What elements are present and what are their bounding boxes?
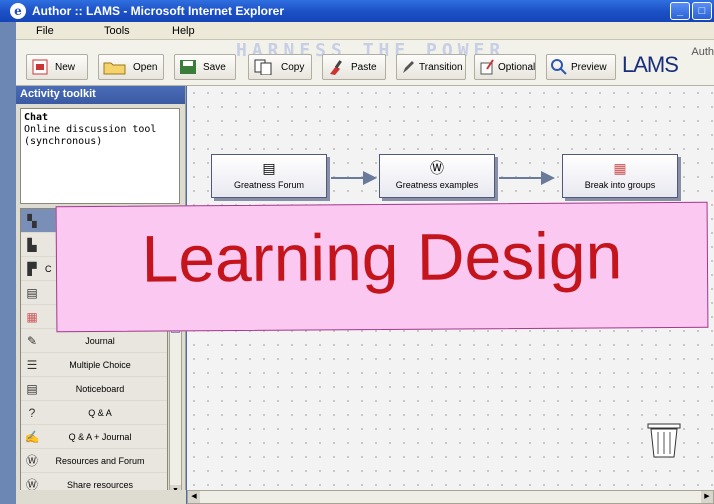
- activity-label: Break into groups: [584, 180, 656, 190]
- desktop-edge: [0, 22, 16, 504]
- pen-icon: [401, 59, 415, 75]
- question-icon: ?: [28, 405, 36, 420]
- save-label: Save: [203, 61, 226, 73]
- open-label: Open: [133, 61, 158, 73]
- forum-icon: ▤: [262, 159, 276, 176]
- new-icon: [31, 59, 49, 75]
- menu-help[interactable]: Help: [152, 25, 220, 37]
- learning-design-banner: Learning Design: [55, 201, 709, 333]
- save-icon: [179, 59, 197, 75]
- transition-arrow[interactable]: [499, 171, 555, 185]
- qa-journal-icon: ✍: [24, 429, 40, 444]
- menu-file[interactable]: File: [16, 25, 84, 37]
- menu-tools[interactable]: Tools: [84, 25, 152, 37]
- multiple-choice-icon: ☰: [26, 357, 38, 372]
- tool-item[interactable]: ✎ Journal: [21, 329, 167, 353]
- tool-item[interactable]: Ⓦ Resources and Forum: [21, 449, 167, 473]
- tool-item[interactable]: ☰ Multiple Choice: [21, 353, 167, 377]
- author-label: Auth: [691, 46, 714, 58]
- description-text: Online discussion tool (synchronous): [24, 124, 157, 147]
- toolkit-header: Activity toolkit: [16, 86, 185, 104]
- forum-icon: ▤: [26, 285, 38, 300]
- optional-label: Optional: [498, 61, 536, 73]
- window-title-bar[interactable]: e Author :: LAMS - Microsoft Internet Ex…: [0, 0, 714, 22]
- transition-label: Transition: [419, 61, 463, 73]
- journal-icon: ✎: [26, 333, 38, 348]
- toolbar: HARNESS THE POWER Auth New Open Save Cop…: [16, 40, 714, 86]
- paste-brush-icon: [327, 59, 345, 75]
- toolkit-footer: [16, 490, 186, 504]
- scroll-right-arrow-icon[interactable]: ▶: [701, 491, 713, 503]
- transition-arrow[interactable]: [331, 171, 377, 185]
- menu-bar: File Tools Help: [16, 22, 714, 40]
- tool-item[interactable]: ? Q & A: [21, 401, 167, 425]
- paste-label: Paste: [351, 61, 377, 73]
- noticeboard-icon: ▤: [26, 381, 38, 396]
- grouping-icon: ▦: [613, 159, 627, 176]
- magnifier-icon: [551, 59, 567, 75]
- tool-item[interactable]: ✍ Q & A + Journal: [21, 425, 167, 449]
- tool-icon: ▙: [27, 237, 37, 252]
- description-title: Chat: [24, 112, 49, 123]
- save-button[interactable]: Save: [174, 54, 236, 80]
- tool-item[interactable]: ▤ Noticeboard: [21, 377, 167, 401]
- canvas-horizontal-scrollbar[interactable]: ◀ ▶: [187, 490, 714, 504]
- tool-icon: ▛: [27, 261, 37, 276]
- trash-icon[interactable]: [645, 420, 683, 460]
- preview-label: Preview: [571, 61, 607, 73]
- window-title: Author :: LAMS - Microsoft Internet Expl…: [32, 4, 284, 18]
- ie-icon: e: [10, 3, 26, 19]
- copy-icon: [253, 59, 275, 76]
- new-button[interactable]: New: [26, 54, 88, 80]
- resources-icon: Ⓦ: [430, 160, 444, 176]
- lams-logo: LAMS: [622, 52, 679, 77]
- activity-greatness-examples[interactable]: Ⓦ Greatness examples: [379, 154, 495, 198]
- open-button[interactable]: Open: [98, 54, 164, 80]
- activity-label: Greatness examples: [395, 180, 479, 190]
- chat-tool-icon: ▚: [27, 213, 37, 228]
- minimize-button[interactable]: _: [670, 2, 690, 20]
- banner-title: Learning Design: [141, 218, 623, 296]
- open-folder-icon: [103, 59, 127, 75]
- copy-label: Copy: [281, 61, 305, 73]
- activity-greatness-forum[interactable]: ▤ Greatness Forum: [211, 154, 327, 198]
- activity-description: Chat Online discussion tool (synchronous…: [20, 108, 180, 204]
- grouping-icon: ▦: [26, 309, 38, 324]
- resources-forum-icon: Ⓦ: [25, 454, 38, 468]
- transition-button[interactable]: Transition: [396, 54, 466, 80]
- activity-label: Greatness Forum: [233, 180, 305, 190]
- new-label: New: [55, 61, 76, 73]
- scroll-left-arrow-icon[interactable]: ◀: [188, 491, 200, 503]
- maximize-button[interactable]: □: [692, 2, 712, 20]
- paste-button[interactable]: Paste: [322, 54, 386, 80]
- optional-button[interactable]: Optional: [474, 54, 536, 80]
- activity-break-into-groups[interactable]: ▦ Break into groups: [562, 154, 678, 198]
- optional-icon: [479, 59, 495, 75]
- copy-button[interactable]: Copy: [248, 54, 312, 80]
- preview-button[interactable]: Preview: [546, 54, 616, 80]
